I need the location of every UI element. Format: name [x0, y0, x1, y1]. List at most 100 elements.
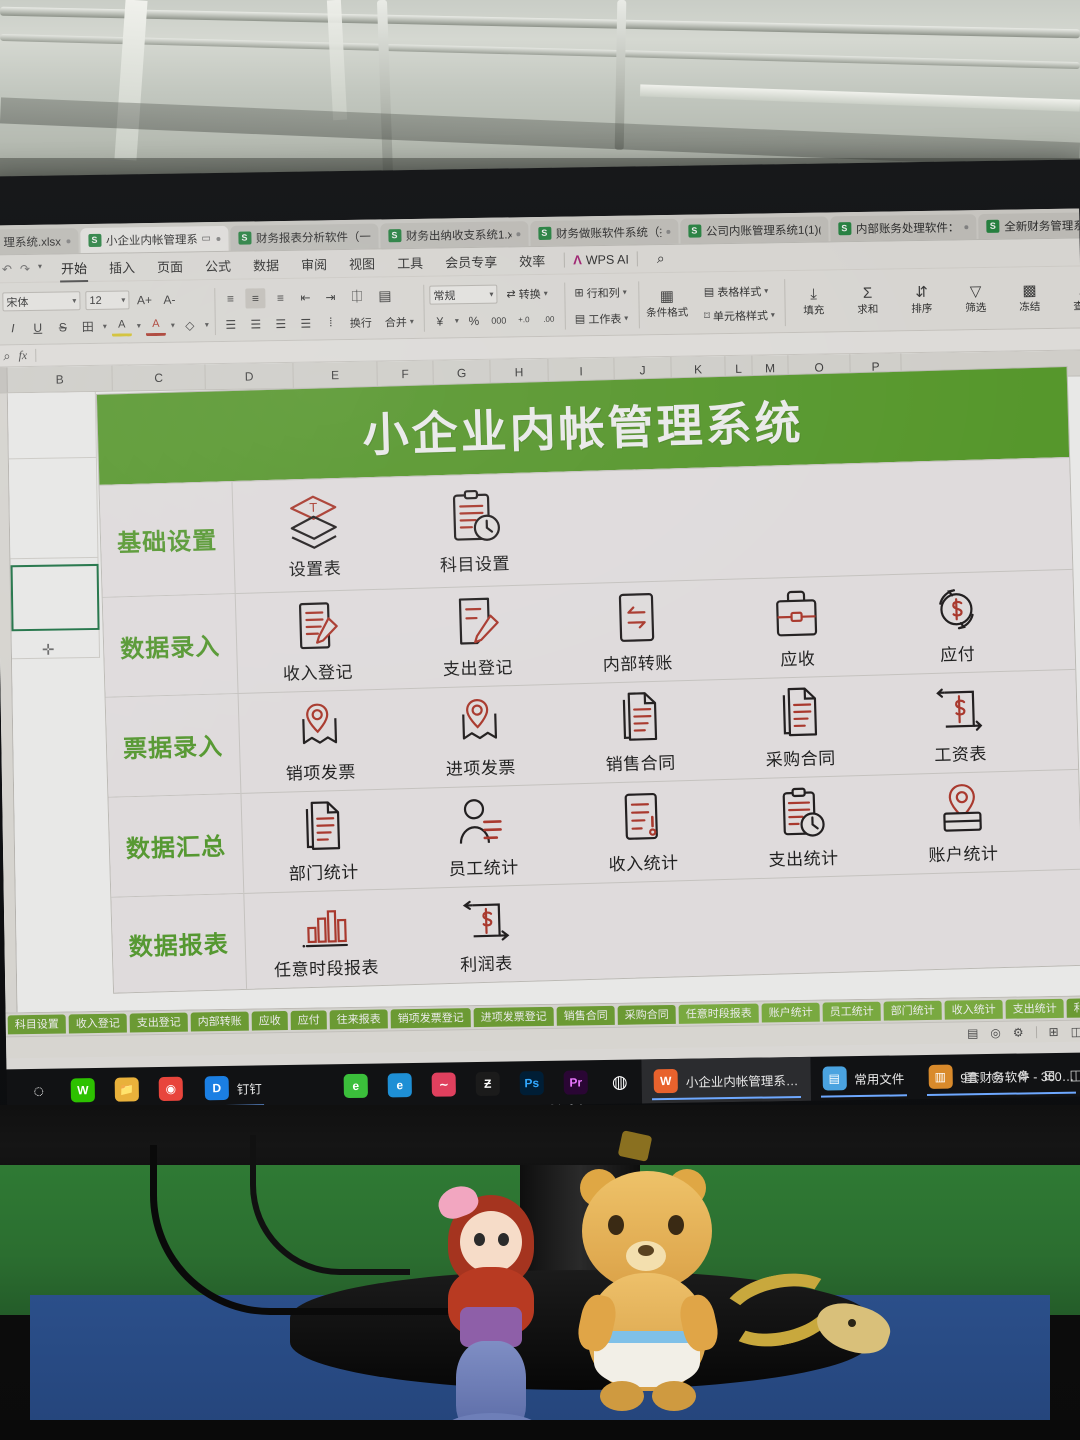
sheet-tab[interactable]: 销项发票登记 — [390, 1008, 471, 1029]
column-header[interactable]: B — [7, 365, 113, 393]
conditional-format-button[interactable]: ▦ 条件格式 — [644, 288, 690, 321]
sum-button[interactable]: Σ 求和 — [844, 285, 890, 317]
chevron-down-icon[interactable]: ▾ — [171, 321, 175, 330]
sheet-tab[interactable]: 科目设置 — [7, 1014, 66, 1035]
undo-icon[interactable]: ↶ — [2, 262, 12, 276]
fill-color-button[interactable]: A — [111, 315, 132, 337]
internet-explorer-icon[interactable]: e — [377, 1063, 422, 1108]
sheet-tab[interactable]: 任意时段报表 — [678, 1003, 759, 1024]
insert-function-icon[interactable]: fx — [18, 348, 27, 363]
sheet-tab[interactable]: 部门统计 — [883, 1000, 942, 1021]
page-layout-icon[interactable]: ▤ — [967, 1026, 979, 1040]
menu-item-view[interactable]: 视图 — [338, 250, 386, 276]
freeze-button[interactable]: ▩ 冻结 — [1006, 282, 1052, 315]
eye-icon[interactable]: ◎ — [991, 1067, 1003, 1084]
tile-income-register[interactable]: 收入登记 — [236, 589, 399, 693]
borders-button[interactable]: 田 — [78, 316, 98, 336]
column-header[interactable]: C — [112, 364, 206, 391]
align-right-icon[interactable]: ☰ — [271, 313, 291, 333]
menu-item-formula[interactable]: 公式 — [194, 253, 242, 279]
tile-expense-register[interactable]: 支出登记 — [396, 585, 559, 689]
fill-button[interactable]: ⤓ 填充 — [790, 286, 836, 318]
sheet-tab[interactable]: 应收 — [251, 1011, 288, 1031]
sheet-tab[interactable]: 收入统计 — [944, 999, 1003, 1020]
sheet-tab[interactable]: 往来报表 — [329, 1009, 388, 1030]
document-tab[interactable]: S 全新财务管理系统.xlsm — [978, 211, 1080, 240]
taskbar-app-dingtalk[interactable]: D 钉钉 — [192, 1065, 274, 1110]
browser2-icon[interactable]: ◍ — [597, 1059, 642, 1104]
tile-salary-table[interactable]: 工资表 — [878, 671, 1041, 775]
increase-font-size-button[interactable]: A+ — [134, 290, 154, 310]
sheet-tab[interactable]: 应付 — [290, 1010, 327, 1030]
sheet-tab[interactable]: 员工统计 — [822, 1001, 881, 1022]
increase-indent-icon[interactable]: ⇥ — [320, 287, 340, 307]
menu-item-insert[interactable]: 插入 — [98, 254, 146, 280]
align-middle-icon[interactable]: ≡ — [245, 287, 266, 309]
column-header[interactable]: F — [377, 360, 434, 387]
cell-style-button[interactable]: ⌑ 单元格样式 ▾ — [700, 306, 779, 325]
name-box-search-icon[interactable]: ⌕ — [3, 348, 11, 364]
tile-receivable[interactable]: 应收 — [715, 576, 878, 680]
align-center-icon[interactable]: ☰ — [246, 314, 266, 334]
table-style-button[interactable]: ▤ 表格样式 ▾ — [700, 282, 779, 301]
page-layout-icon[interactable]: ▤ — [964, 1068, 977, 1085]
sheet-tab[interactable]: 支出登记 — [129, 1012, 188, 1033]
decrease-indent-icon[interactable]: ⇤ — [295, 287, 315, 307]
filter-button[interactable]: ▽ 筛选 — [952, 283, 998, 316]
grid-view-icon[interactable]: ⊞ — [1048, 1024, 1058, 1038]
tile-input-invoice[interactable]: 进项发票 — [399, 685, 562, 789]
tile-period-report[interactable]: 任意时段报表 — [244, 889, 407, 989]
tile-department-stats[interactable]: 部门统计 — [241, 789, 404, 893]
tile-payable[interactable]: 应付 — [875, 571, 1038, 675]
comma-format-button[interactable]: 000 — [489, 310, 509, 330]
menu-item-efficiency[interactable]: 效率 — [508, 248, 556, 274]
clear-format-button[interactable]: ◇ — [180, 315, 200, 335]
tile-settings-table[interactable]: T 设置表 — [232, 477, 395, 593]
capcut-icon[interactable]: Ƶ — [465, 1062, 510, 1107]
menu-item-review[interactable]: 审阅 — [290, 251, 338, 277]
sheet-tab[interactable]: 进项发票登记 — [473, 1006, 554, 1028]
document-tab[interactable]: 理系统.xlsx — [0, 228, 79, 255]
document-tab[interactable]: S 公司内账管理系统1(1)(2).x — [679, 216, 829, 244]
sheet-tab[interactable]: 内部转账 — [190, 1011, 249, 1032]
document-tab[interactable]: S 财务出纳收支系统1.xlsx — [379, 221, 529, 249]
document-tab[interactable]: S 财务做账软件系统（报 — [529, 218, 679, 247]
align-bottom-icon[interactable]: ≡ — [270, 287, 290, 307]
sheet-tab[interactable]: 收入登记 — [68, 1013, 127, 1034]
premiere-icon[interactable]: Pr — [553, 1060, 598, 1105]
font-size-select[interactable]: 12 ▾ — [85, 290, 130, 311]
selected-cell[interactable] — [10, 563, 100, 632]
tile-account-stats[interactable]: 账户统计 — [881, 771, 1044, 875]
redo-icon[interactable]: ↷ — [20, 261, 30, 275]
align-top-icon[interactable]: ≡ — [220, 288, 240, 308]
wrap-text-button[interactable]: 换行 — [346, 313, 376, 331]
taskbar-app[interactable]: W 小企业内帐管理系… — [641, 1056, 811, 1104]
photoshop-icon[interactable]: Ps — [509, 1061, 554, 1106]
tile-internal-transfer[interactable]: 内部转账 — [556, 580, 719, 684]
document-tab[interactable]: S 内部账务处理软件： — [829, 214, 977, 242]
chevron-down-icon[interactable]: ▾ — [103, 322, 107, 331]
column-header[interactable]: D — [205, 362, 294, 390]
split-view-icon[interactable]: ◫ — [1069, 1066, 1080, 1083]
percent-format-button[interactable]: % — [464, 310, 484, 330]
rows-columns-button[interactable]: ⊞ 行和列 ▾ — [570, 283, 631, 302]
sheet-tab[interactable]: 销售合同 — [556, 1005, 615, 1026]
column-header[interactable]: E — [293, 361, 378, 388]
number-format-select[interactable]: 常规 ▾ — [429, 284, 498, 305]
chevron-down-icon[interactable]: ▾ — [455, 316, 459, 325]
split-view-icon[interactable]: ◫ — [1071, 1024, 1080, 1038]
edge-legacy-icon[interactable]: e — [333, 1064, 378, 1109]
strikethrough-button[interactable]: S — [53, 317, 73, 337]
worksheet-button[interactable]: ▤ 工作表 ▾ — [571, 309, 633, 328]
eye-icon[interactable]: ◎ — [990, 1025, 1001, 1039]
sheet-tab[interactable]: 账户统计 — [761, 1002, 820, 1023]
grid-view-icon[interactable]: ⊞ — [1044, 1066, 1056, 1083]
tile-income-stats[interactable]: 收入统计 — [561, 780, 724, 884]
tile-purchase-contract[interactable]: 采购合同 — [718, 676, 881, 780]
wps-ai-button[interactable]: Λ WPS AI — [573, 252, 629, 267]
menu-item-data[interactable]: 数据 — [242, 252, 290, 278]
distribute-icon[interactable]: ⦙ — [321, 313, 341, 333]
sort-button[interactable]: ⇵ 排序 — [898, 284, 944, 317]
italic-button[interactable]: I — [3, 318, 23, 338]
taskbar-app[interactable]: ▤ 常用文件 — [810, 1055, 917, 1101]
